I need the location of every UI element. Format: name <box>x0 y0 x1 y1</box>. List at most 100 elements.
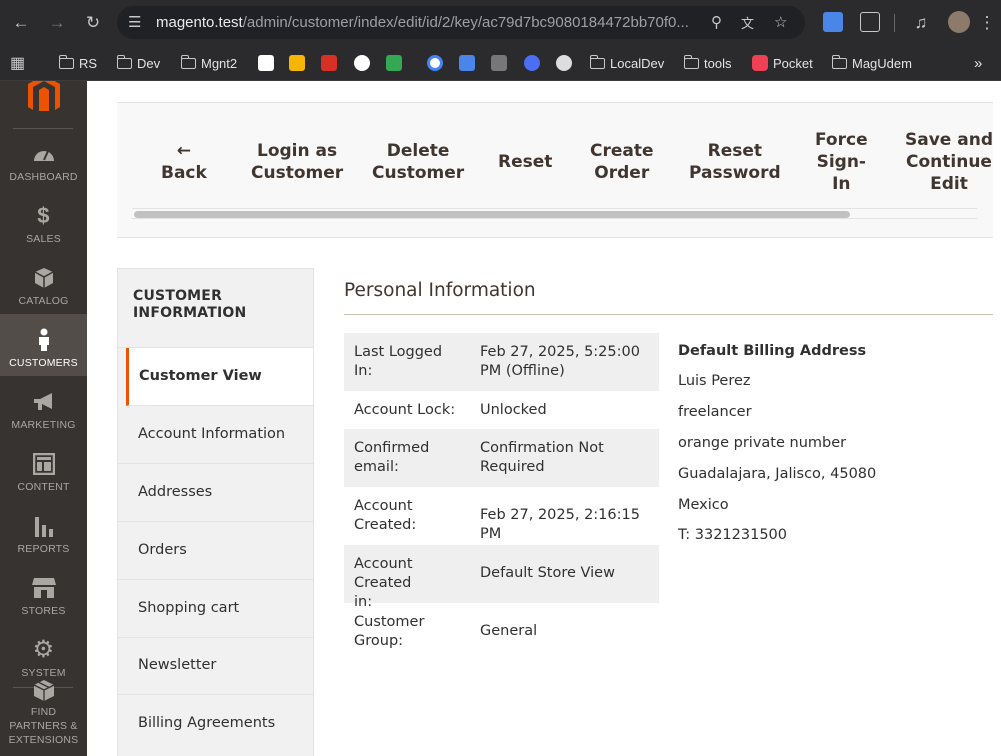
create-order-button[interactable]: Create Order <box>590 140 654 184</box>
table-row: Customer Group: General <box>344 603 659 661</box>
translate-bookmark-icon[interactable] <box>459 53 475 73</box>
drive-icon[interactable] <box>386 53 402 73</box>
sidebar-label: FIND PARTNERS & EXTENSIONS <box>8 706 79 746</box>
button-label-line: Force <box>815 130 868 150</box>
extensions-icon[interactable] <box>860 12 880 32</box>
notion-icon[interactable] <box>258 53 274 73</box>
customer-info-tabs: CUSTOMER INFORMATION Customer View Accou… <box>117 268 314 756</box>
translate-icon[interactable]: 文 <box>741 13 754 32</box>
row-value: Default Store View <box>480 565 615 581</box>
person-icon <box>31 328 57 352</box>
section-divider <box>344 314 993 315</box>
reload-icon[interactable]: ↻ <box>81 11 105 35</box>
pocket-bookmark[interactable]: Pocket <box>752 53 813 73</box>
force-sign-in-button[interactable]: Force Sign- In <box>815 129 868 195</box>
toolbar-divider <box>894 14 895 32</box>
sidebar-item-marketing[interactable]: MARKETING <box>0 376 87 438</box>
menu-dots-icon[interactable]: ⋮ <box>975 11 999 35</box>
row-label: Confirmed email: <box>354 440 430 475</box>
more-bookmarks-icon[interactable]: » <box>974 53 982 73</box>
sidebar-label: CATALOG <box>18 295 69 307</box>
folder-icon <box>180 54 196 69</box>
address-line: freelancer <box>678 404 752 420</box>
site-info-icon[interactable]: ☰ <box>128 13 141 31</box>
back-button-label: Back <box>161 163 207 183</box>
button-label-line: Continue <box>906 152 992 172</box>
back-arrow-icon: ← <box>176 141 192 161</box>
apps-grid-icon[interactable]: ▦ <box>10 53 25 73</box>
sidebar-item-system[interactable]: ⚙ SYSTEM <box>0 624 87 686</box>
row-value: Feb 27, 2025, 2:16:15 PM <box>480 507 640 542</box>
save-and-continue-button[interactable]: Save and Continue Edit <box>905 129 993 195</box>
star-badge-icon[interactable] <box>524 53 540 73</box>
magento-logo-icon[interactable] <box>26 81 62 111</box>
login-as-customer-button[interactable]: Login as Customer <box>251 140 343 184</box>
back-button[interactable]: ← Back <box>161 140 207 184</box>
row-label: Last Logged In: <box>354 344 443 379</box>
row-value: Feb 27, 2025, 5:25:00 PM (Offline) <box>480 344 640 379</box>
tab-billing-agreements[interactable]: Billing Agreements <box>118 695 313 753</box>
button-label-line: Order <box>594 163 650 183</box>
actions-scrollbar[interactable] <box>132 208 977 219</box>
forward-nav-icon[interactable]: → <box>45 11 69 35</box>
folder-icon <box>831 54 847 69</box>
tab-addresses[interactable]: Addresses <box>118 464 313 522</box>
button-label-line: Reset <box>498 152 553 172</box>
sidebar-item-find-partners[interactable]: FIND PARTNERS & EXTENSIONS <box>0 680 87 751</box>
sidebar-item-reports[interactable]: REPORTS <box>0 500 87 562</box>
reset-password-button[interactable]: Reset Password <box>689 140 781 184</box>
bookmark-star-icon[interactable]: ☆ <box>774 13 787 31</box>
tab-newsletter[interactable]: Newsletter <box>118 637 313 695</box>
tab-shopping-cart[interactable]: Shopping cart <box>118 580 313 638</box>
bookmark-folder[interactable]: tools <box>683 53 731 73</box>
bookmark-folder[interactable]: LocalDev <box>589 53 664 73</box>
address-line: Mexico <box>678 497 729 513</box>
admin-sidebar: DASHBOARD $ SALES CATALOG CUSTOMERS MARK… <box>0 81 87 756</box>
bar-chart-icon <box>31 514 57 538</box>
sidebar-item-sales[interactable]: $ SALES <box>0 190 87 252</box>
gear-icon: ⚙ <box>32 636 55 663</box>
google-translate-icon[interactable] <box>823 12 843 32</box>
row-label: Account Lock: <box>354 402 456 418</box>
bookmark-folder[interactable]: Mgnt2 <box>180 53 237 73</box>
back-nav-icon[interactable]: ← <box>9 11 33 35</box>
tabs-title: CUSTOMER INFORMATION <box>118 268 313 348</box>
sidebar-item-catalog[interactable]: CATALOG <box>0 252 87 314</box>
table-row: Confirmed email: Confirmation Not Requir… <box>344 429 659 487</box>
scale-icon[interactable] <box>491 53 507 73</box>
address-bar[interactable]: ☰ magento.test/admin/customer/index/edit… <box>117 6 805 39</box>
address-line: orange private number <box>678 435 847 451</box>
media-control-icon[interactable]: ♫ <box>909 11 933 35</box>
address-line: Guadalajara, Jalisco, 45080 <box>678 466 877 482</box>
button-label-line: Customer <box>251 163 344 183</box>
globe-icon[interactable] <box>354 53 370 73</box>
openai-icon[interactable] <box>556 53 572 73</box>
sidebar-item-customers[interactable]: CUSTOMERS <box>0 314 87 376</box>
tab-orders[interactable]: Orders <box>118 522 313 580</box>
bookmark-folder[interactable]: MagUdem <box>831 53 912 73</box>
row-value: General <box>480 623 538 639</box>
gmail-icon[interactable] <box>321 53 337 73</box>
bookmark-folder[interactable]: Dev <box>116 53 160 73</box>
keep-icon[interactable] <box>289 53 305 73</box>
tab-account-information[interactable]: Account Information <box>118 406 313 464</box>
row-label: Customer Group: <box>354 614 425 649</box>
sidebar-label: SALES <box>26 233 61 245</box>
folder-icon <box>116 54 132 69</box>
sidebar-item-content[interactable]: CONTENT <box>0 438 87 500</box>
button-label-line: Password <box>689 163 781 183</box>
location-icon[interactable]: ⚲ <box>711 13 722 31</box>
sidebar-item-dashboard[interactable]: DASHBOARD <box>0 128 87 190</box>
scrollbar-thumb[interactable] <box>134 211 850 218</box>
google-icon[interactable] <box>427 53 443 73</box>
sidebar-item-stores[interactable]: STORES <box>0 562 87 624</box>
reset-button[interactable]: Reset <box>498 151 552 173</box>
tab-customer-view[interactable]: Customer View <box>126 348 313 406</box>
avatar[interactable] <box>948 11 970 33</box>
box-icon <box>31 266 57 290</box>
url-text[interactable]: magento.test/admin/customer/index/edit/i… <box>156 14 696 31</box>
bookmark-folder[interactable]: RS <box>58 53 97 73</box>
button-label-line: Edit <box>930 174 968 194</box>
delete-customer-button[interactable]: Delete Customer <box>372 140 464 184</box>
section-title: Personal Information <box>344 280 536 301</box>
